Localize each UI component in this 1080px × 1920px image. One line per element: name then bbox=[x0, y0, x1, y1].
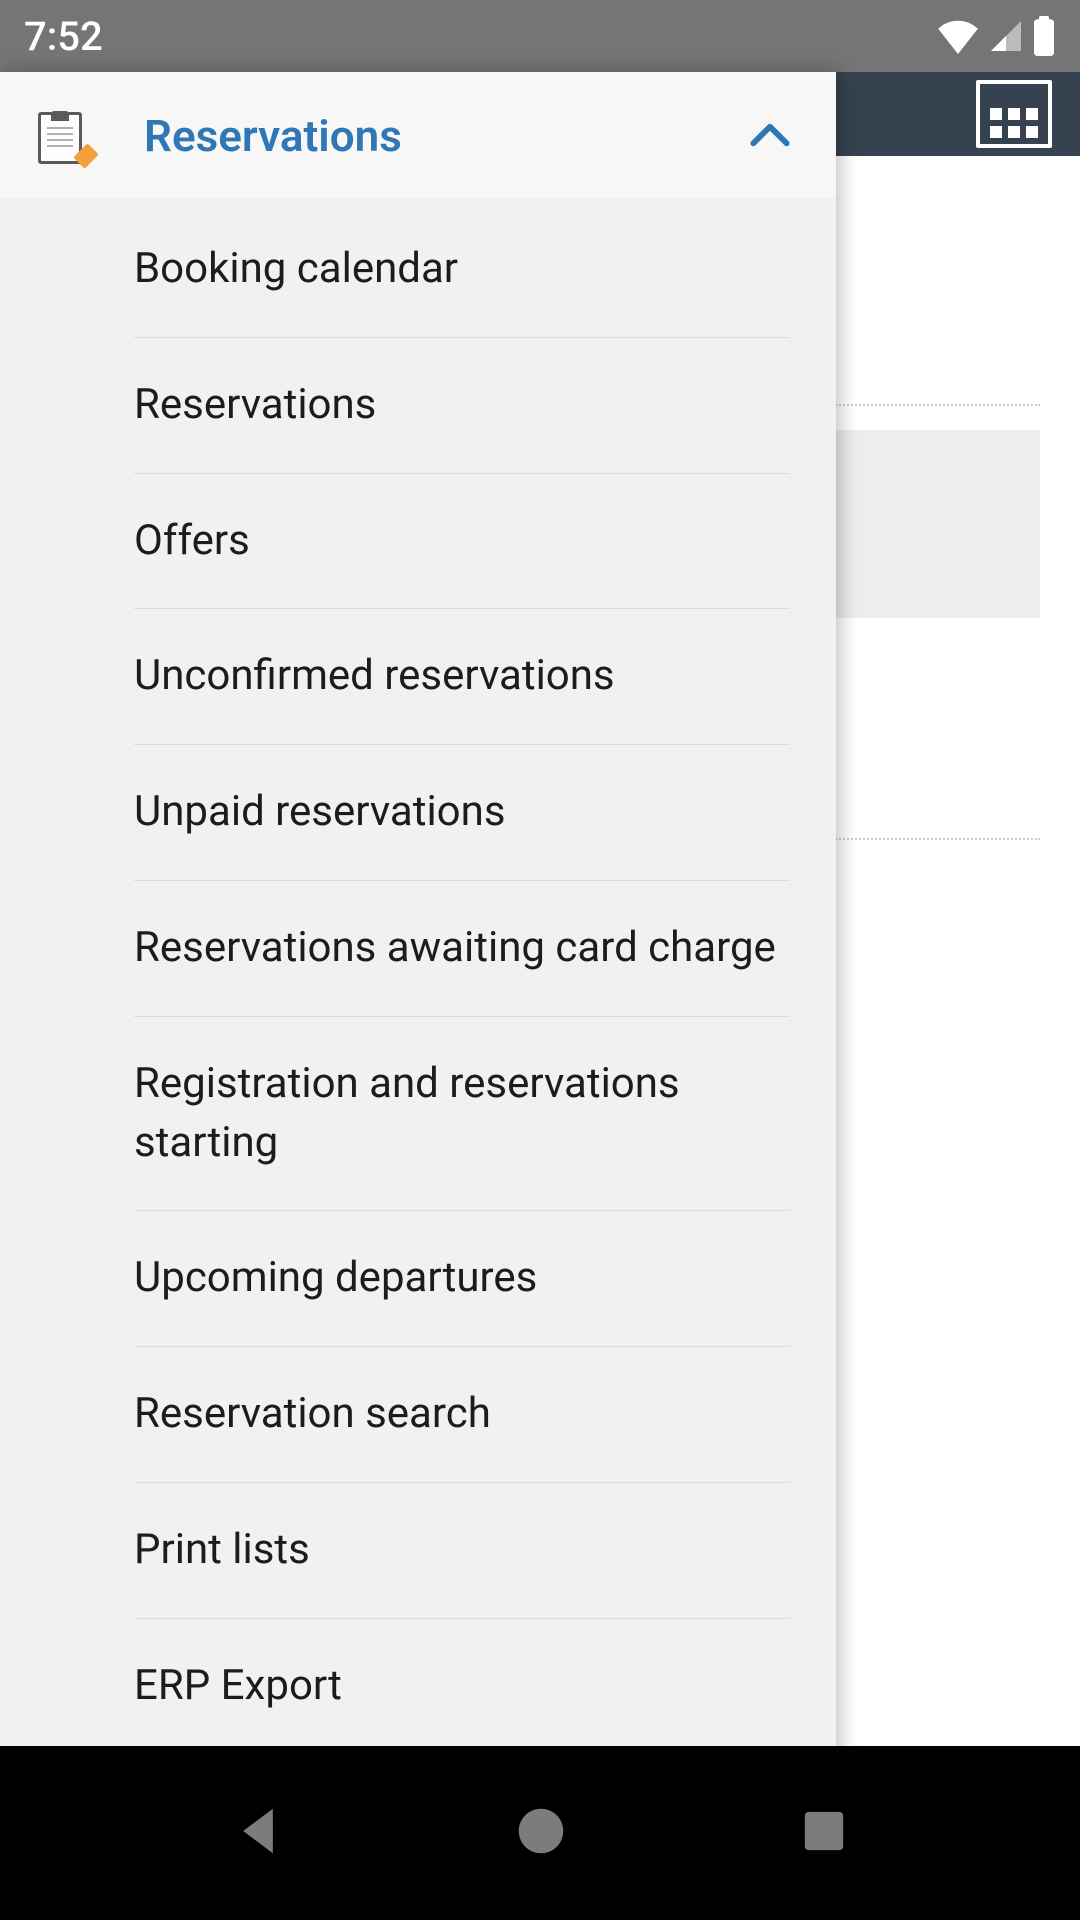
drawer-item-unpaid-reservations[interactable]: Unpaid reservations bbox=[134, 745, 790, 881]
drawer-item-booking-calendar[interactable]: Booking calendar bbox=[134, 198, 790, 338]
battery-icon bbox=[1032, 16, 1056, 56]
drawer-item-erp-export[interactable]: ERP Export bbox=[134, 1619, 790, 1755]
clipboard-icon bbox=[36, 108, 88, 164]
grid-inner bbox=[990, 108, 1038, 138]
nav-drawer: Reservations Booking calendar Reservatio… bbox=[0, 72, 836, 1842]
wifi-icon bbox=[936, 18, 980, 54]
chevron-up-icon[interactable] bbox=[750, 122, 790, 148]
status-icons bbox=[936, 16, 1056, 56]
status-time: 7:52 bbox=[24, 13, 103, 60]
drawer-item-registration-reservations-starting[interactable]: Registration and reservations starting bbox=[134, 1017, 790, 1212]
back-icon[interactable] bbox=[234, 1805, 282, 1861]
drawer-item-offers[interactable]: Offers bbox=[134, 474, 790, 610]
drawer-item-print-lists[interactable]: Print lists bbox=[134, 1483, 790, 1619]
drawer-title: Reservations bbox=[144, 110, 402, 162]
drawer-item-unconfirmed-reservations[interactable]: Unconfirmed reservations bbox=[134, 609, 790, 745]
drawer-item-reservations-awaiting-card-charge[interactable]: Reservations awaiting card charge bbox=[134, 881, 790, 1017]
home-icon[interactable] bbox=[515, 1805, 567, 1861]
drawer-list: Booking calendar Reservations Offers Unc… bbox=[0, 198, 836, 1755]
drawer-item-upcoming-departures[interactable]: Upcoming departures bbox=[134, 1211, 790, 1347]
system-nav-bar bbox=[0, 1746, 1080, 1920]
signal-icon bbox=[988, 18, 1024, 54]
drawer-header-reservations[interactable]: Reservations bbox=[0, 72, 836, 198]
drawer-item-reservation-search[interactable]: Reservation search bbox=[134, 1347, 790, 1483]
recent-apps-icon[interactable] bbox=[801, 1808, 847, 1858]
calendar-grid-icon[interactable] bbox=[976, 80, 1052, 148]
drawer-item-reservations[interactable]: Reservations bbox=[134, 338, 790, 474]
status-bar: 7:52 bbox=[0, 0, 1080, 72]
